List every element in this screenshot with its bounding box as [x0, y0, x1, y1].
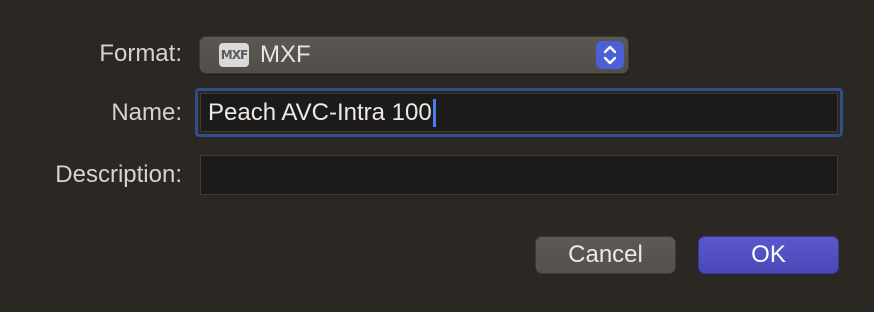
- description-label: Description:: [55, 161, 182, 188]
- name-field-value: Peach AVC-Intra 100: [208, 99, 432, 126]
- description-field[interactable]: [200, 155, 838, 195]
- name-field[interactable]: Peach AVC-Intra 100: [200, 93, 838, 132]
- format-label: Format:: [99, 40, 182, 67]
- export-settings-dialog: Format: MXF MXF Name: Peach AVC-Intra 10…: [0, 0, 874, 312]
- format-popup[interactable]: MXF MXF: [199, 36, 629, 74]
- text-caret: [432, 99, 436, 127]
- name-label: Name:: [111, 99, 182, 126]
- format-selected-value: MXF: [260, 41, 311, 68]
- cancel-button[interactable]: Cancel: [535, 236, 676, 274]
- ok-button[interactable]: OK: [698, 236, 839, 274]
- chevron-up-down-icon[interactable]: [596, 41, 624, 69]
- mxf-file-icon: MXF: [219, 43, 249, 67]
